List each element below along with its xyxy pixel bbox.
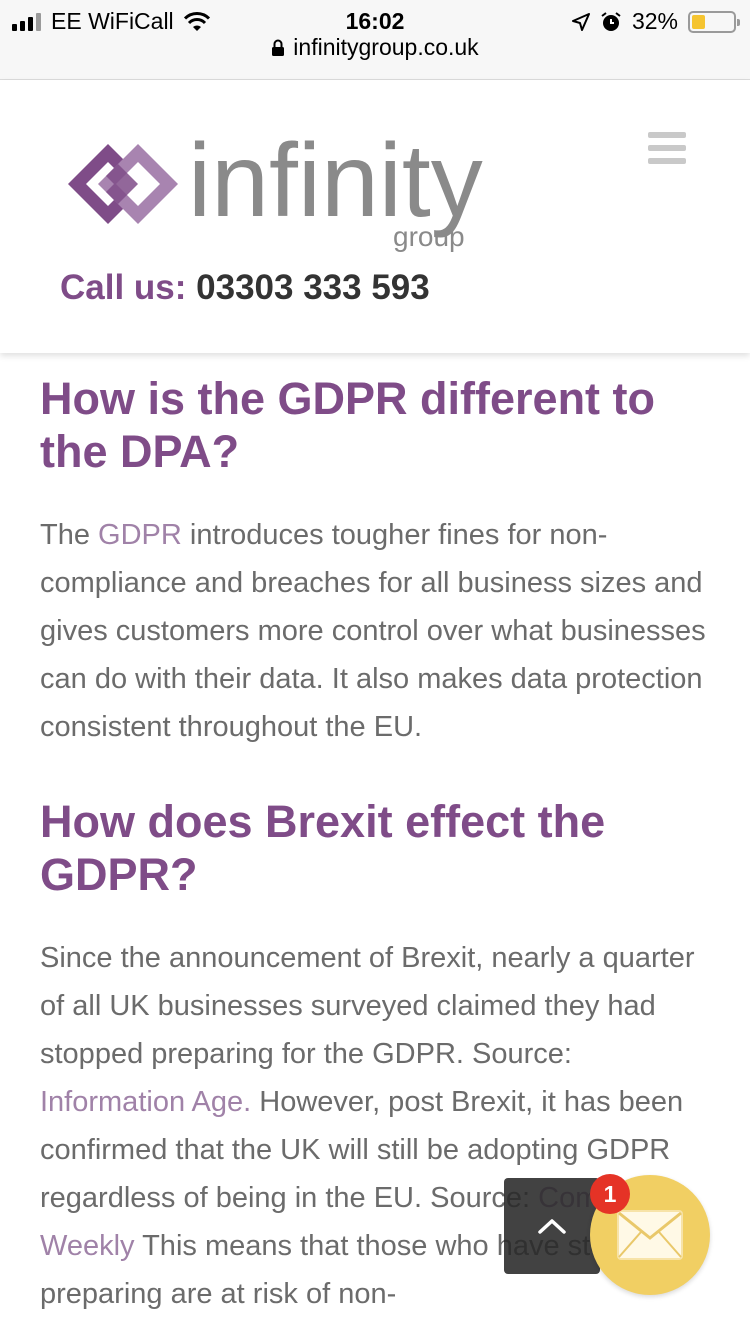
call-us: Call us: 03303 333 593 bbox=[60, 268, 430, 308]
call-us-label: Call us: bbox=[60, 268, 187, 307]
phone-link[interactable]: 03303 333 593 bbox=[196, 268, 430, 307]
text-run: The bbox=[40, 519, 99, 551]
information-age-link[interactable]: Information Age. bbox=[40, 1086, 251, 1118]
location-arrow-icon bbox=[571, 12, 590, 31]
text-run: Since the announcement of Brexit, nearly… bbox=[40, 942, 695, 1070]
chevron-up-icon bbox=[538, 1219, 566, 1234]
status-bar: EE WiFiCall 16:02 32% infinitygroup.co.u… bbox=[0, 0, 750, 80]
url-text: infinitygroup.co.uk bbox=[293, 34, 479, 60]
site-header: infinity group Call us: 03303 333 593 bbox=[0, 80, 750, 353]
status-right: 32% bbox=[571, 8, 740, 35]
url-bar[interactable]: infinitygroup.co.uk bbox=[0, 34, 750, 61]
heading-brexit: How does Brexit effect the GDPR? bbox=[40, 796, 606, 900]
battery-percent: 32% bbox=[631, 8, 678, 34]
heading-gdpr-vs-dpa: How is the GDPR different to the DPA? bbox=[40, 373, 656, 477]
notification-badge: 1 bbox=[590, 1174, 630, 1214]
gdpr-link[interactable]: GDPR bbox=[98, 519, 182, 551]
infinity-group-logo[interactable]: infinity group bbox=[58, 124, 548, 254]
diamond-logo-mark bbox=[68, 144, 178, 224]
battery-icon bbox=[688, 10, 740, 33]
hamburger-menu-icon[interactable] bbox=[648, 132, 686, 164]
back-to-top-button[interactable] bbox=[504, 1178, 600, 1274]
envelope-icon bbox=[617, 1210, 683, 1260]
battery-fill bbox=[692, 14, 705, 29]
lock-icon bbox=[272, 39, 285, 56]
alarm-icon bbox=[601, 11, 621, 31]
logo-subtext: group bbox=[393, 221, 465, 252]
text-run: introduces tougher fines for non-complia… bbox=[40, 519, 706, 743]
paragraph-gdpr-intro: The GDPR introduces tougher fines for no… bbox=[40, 511, 710, 751]
